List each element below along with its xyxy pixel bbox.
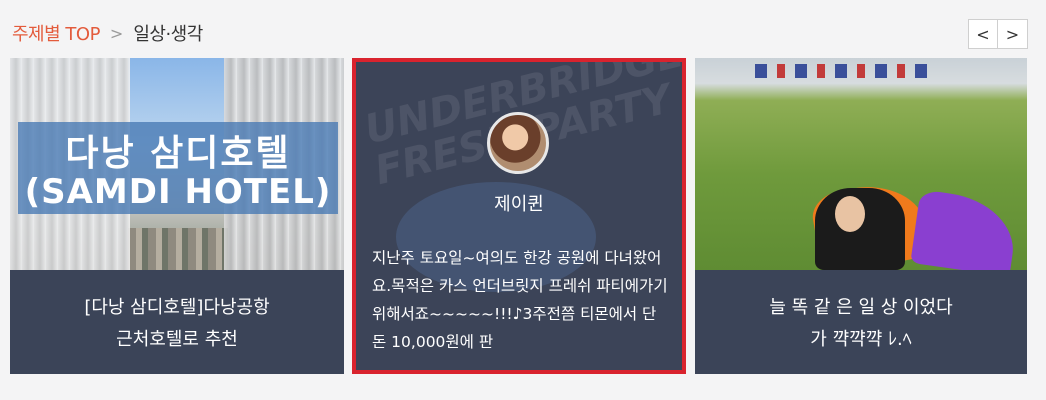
post-caption: 늘 똑 같 은 일 상 이었다 가 꺅꺅꺅 ﾚ.ﾍ [695,270,1027,374]
prev-button[interactable]: < [968,19,998,49]
thumbnail-title: 다낭 삼디호텔 [65,133,291,174]
post-card-hotel[interactable]: 다낭 삼디호텔 (SAMDI HOTEL) [다낭 삼디호텔]다낭공항 근처호텔… [10,58,344,374]
post-card-selected[interactable]: UNDERBRIDGE FRESH PARTY 제이퀸 지난주 토요일~여의도 … [352,58,686,374]
post-caption: [다낭 삼디호텔]다낭공항 근처호텔로 추천 [10,270,344,374]
post-card-daily[interactable]: 늘 똑 같 은 일 상 이었다 가 꺅꺅꺅 ﾚ.ﾍ [695,58,1027,374]
chevron-right-icon: > [1005,24,1020,44]
avatar[interactable] [487,112,549,174]
caption-line: 가 꺅꺅꺅 ﾚ.ﾍ [810,329,912,350]
section-header: 주제별 TOP > 일상·생각 < > [0,0,1046,58]
carousel-pager: < > [968,19,1028,49]
thumbnail-subtitle: (SAMDI HOTEL) [24,172,332,212]
caption-line: 늘 똑 같 은 일 상 이었다 [769,297,953,318]
caption-line: [다낭 삼디호텔]다낭공항 [84,297,270,318]
breadcrumb-current: 일상·생각 [133,24,203,45]
post-thumbnail [695,58,1027,277]
author-name[interactable]: 제이퀸 [356,190,682,216]
caption-line: 근처호텔로 추천 [116,329,238,350]
next-button[interactable]: > [998,19,1028,49]
chevron-right-icon: > [109,23,124,43]
post-thumbnail: 다낭 삼디호텔 (SAMDI HOTEL) [10,58,344,270]
breadcrumb: 주제별 TOP > 일상·생각 [12,18,203,48]
chevron-left-icon: < [976,24,990,44]
post-excerpt: 지난주 토요일~여의도 한강 공원에 다녀왔어요.목적은 카스 언더브릿지 프레… [372,249,668,351]
breadcrumb-category-link[interactable]: 주제별 TOP [12,20,100,46]
